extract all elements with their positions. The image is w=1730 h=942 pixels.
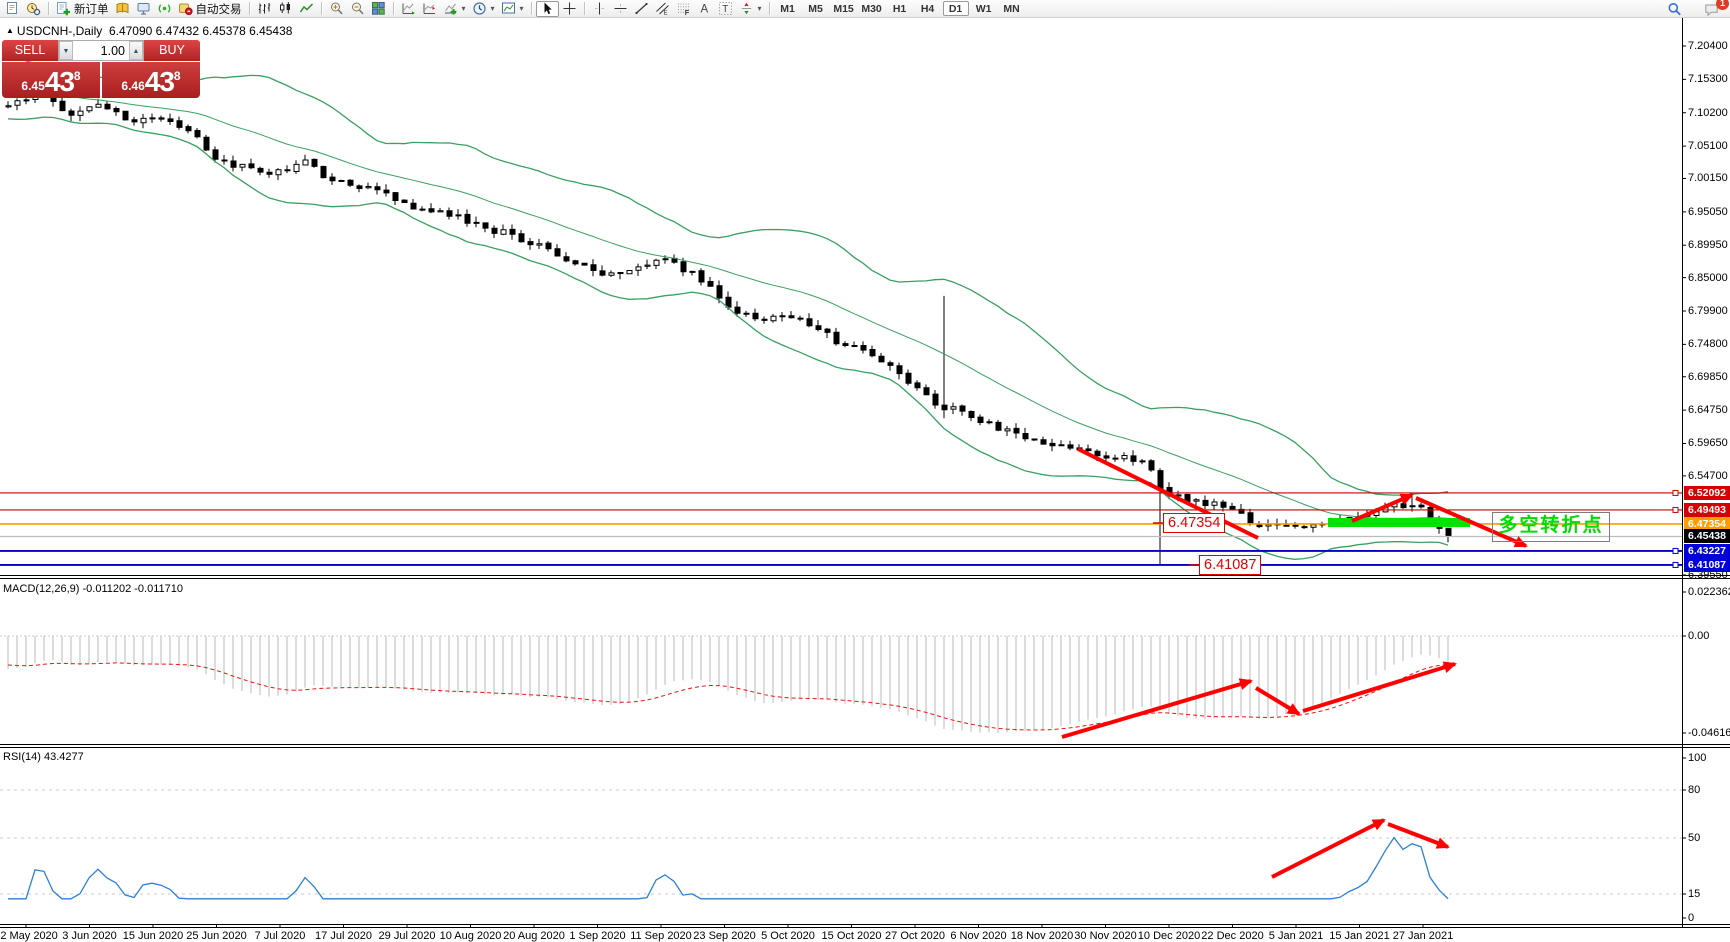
date-axis-label: 5 Jan 2021 — [1268, 930, 1324, 942]
date-axis-label: 27 Jan 2021 — [1392, 930, 1454, 942]
one-click-trading-panel: SELL ▼ ▲ BUY 6.45 43 8 6.46 43 8 — [2, 40, 200, 98]
rsi-line — [8, 836, 1449, 900]
rsi-axis-label: 100 — [1688, 752, 1707, 764]
date-axis-label: 22 Dec 2020 — [1201, 930, 1264, 942]
rsi-axis-label: 80 — [1688, 784, 1701, 796]
price-badge: 6.49493 — [1684, 502, 1730, 517]
date-axis-label: 11 Sep 2020 — [630, 930, 692, 942]
level-line-handle[interactable] — [1672, 489, 1679, 496]
price-axis-label: 7.15300 — [1688, 73, 1728, 86]
rsi-indicator-label: RSI(14) 43.4277 — [3, 751, 84, 763]
price-axis-label: 7.20400 — [1688, 40, 1728, 52]
buy-price-big: 43 — [144, 66, 175, 97]
buy-price-pip: 8 — [173, 69, 181, 83]
rsi-axis-label: 50 — [1688, 832, 1701, 844]
date-axis-label: 3 Jun 2020 — [62, 930, 117, 942]
macd-axis-label: 0.022362 — [1688, 586, 1730, 598]
buy-price-button[interactable]: 6.46 43 8 — [102, 62, 200, 98]
date-axis-label: 5 Oct 2020 — [761, 930, 815, 942]
bearish-candles — [41, 91, 1452, 537]
date-axis-label: 15 Jan 2021 — [1329, 930, 1390, 942]
price-badge: 6.45438 — [1684, 529, 1730, 544]
price-axis-label: 6.74800 — [1688, 338, 1728, 351]
price-badge: 6.52092 — [1684, 485, 1730, 500]
price-axis-label: 6.69850 — [1688, 370, 1728, 383]
sell-price-big: 43 — [44, 66, 75, 97]
price-badge: 6.43227 — [1684, 543, 1730, 558]
rsi-axis-label: 0 — [1688, 912, 1695, 924]
rsi-trend-arrow[interactable] — [1387, 822, 1450, 849]
date-axis-label: 15 Oct 2020 — [821, 930, 882, 942]
price-axis-label: 7.10200 — [1688, 106, 1728, 119]
price-axis-label: 7.00150 — [1688, 172, 1728, 185]
macd-axis-label: -0.046165 — [1688, 727, 1730, 739]
price-tag-label[interactable]: 6.41087 — [1199, 555, 1262, 575]
sell-price-button[interactable]: 6.45 43 8 — [2, 62, 100, 98]
macd-axis-label: 0.00 — [1688, 630, 1710, 642]
date-axis-label: 17 Jul 2020 — [315, 930, 372, 942]
sell-button[interactable]: SELL — [2, 40, 58, 61]
date-axis-label: 1 Sep 2020 — [569, 930, 626, 942]
date-axis-label: 25 Jun 2020 — [186, 930, 247, 942]
date-axis-label: 10 Aug 2020 — [439, 930, 502, 942]
sell-price-prefix: 6.45 — [21, 79, 45, 93]
price-axis-label: 6.59650 — [1688, 437, 1728, 450]
level-line-handle[interactable] — [1672, 506, 1679, 513]
price-axis-label: 6.85000 — [1688, 271, 1728, 284]
level-line-handle[interactable] — [1672, 547, 1679, 554]
application-window: 新订单 自动交易 ▾ ▾ ▾ E F A T ▾ M1 M5 M15 M30 H1 H4 D1 W1 MN 1 ▲ US… — [0, 0, 1730, 942]
level-line-handle[interactable] — [1672, 561, 1679, 568]
price-axis-label: 7.05100 — [1688, 140, 1728, 153]
date-axis-label: 18 Nov 2020 — [1010, 930, 1074, 942]
buy-price-prefix: 6.46 — [121, 79, 145, 93]
volume-increase-button[interactable]: ▲ — [129, 41, 143, 60]
volume-input[interactable] — [73, 41, 129, 60]
macd-trend-arrow[interactable] — [1302, 661, 1457, 713]
date-axis-label: 22 May 2020 — [0, 930, 58, 942]
buy-button[interactable]: BUY — [144, 40, 200, 61]
price-axis-label: 6.95050 — [1688, 205, 1728, 218]
date-axis-label: 15 Jun 2020 — [122, 930, 184, 942]
price-axis-label: 6.64750 — [1688, 404, 1728, 417]
volume-stepper: ▼ ▲ — [58, 40, 144, 61]
date-axis-label: 20 Aug 2020 — [503, 930, 565, 942]
price-axis-label: 6.79900 — [1688, 304, 1728, 317]
macd-indicator-label: MACD(12,26,9) -0.011202 -0.011710 — [3, 583, 183, 595]
bollinger-upper-band — [7, 54, 1449, 496]
bull-bear-turning-point-note[interactable]: 多空转折点 — [1492, 512, 1610, 542]
date-axis-label: 7 Jul 2020 — [254, 930, 306, 942]
date-axis-label: 30 Nov 2020 — [1074, 930, 1137, 942]
volume-decrease-button[interactable]: ▼ — [59, 41, 73, 60]
date-axis-label: 27 Oct 2020 — [885, 930, 945, 942]
rsi-trend-arrow[interactable] — [1271, 818, 1386, 879]
date-axis-label: 29 Jul 2020 — [378, 930, 436, 942]
date-axis-label: 6 Nov 2020 — [950, 930, 1007, 942]
price-tag-label[interactable]: 6.47354 — [1163, 513, 1226, 533]
green-highlight-bar[interactable] — [1328, 518, 1470, 527]
price-badge: 6.41087 — [1684, 557, 1730, 572]
sell-price-pip: 8 — [73, 69, 81, 83]
price-axis-label: 6.54700 — [1688, 469, 1728, 482]
chart-canvas[interactable] — [0, 0, 1730, 942]
date-axis-label: 10 Dec 2020 — [1137, 930, 1201, 942]
price-axis-label: 6.89950 — [1688, 239, 1728, 252]
rsi-axis-label: 15 — [1688, 888, 1701, 900]
date-axis-label: 23 Sep 2020 — [693, 930, 756, 942]
